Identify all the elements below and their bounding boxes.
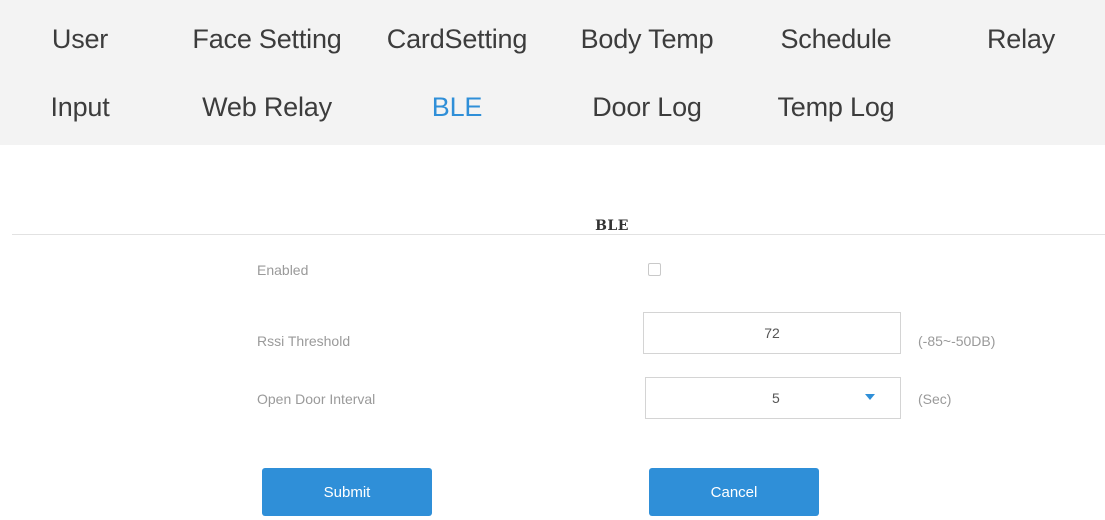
tab-face-setting[interactable]: Face Setting	[192, 24, 341, 55]
tab-web-relay[interactable]: Web Relay	[202, 92, 332, 123]
chevron-down-icon	[865, 394, 875, 400]
open-door-interval-label: Open Door Interval	[257, 391, 376, 407]
cancel-button[interactable]: Cancel	[649, 468, 819, 516]
tab-schedule[interactable]: Schedule	[781, 24, 892, 55]
open-door-interval-select[interactable]: 5	[645, 377, 901, 419]
tab-input[interactable]: Input	[50, 92, 109, 123]
interval-selected-value: 5	[772, 390, 780, 406]
rssi-threshold-input[interactable]	[643, 312, 901, 354]
submit-button[interactable]: Submit	[262, 468, 432, 516]
tab-ble[interactable]: BLE	[432, 92, 483, 123]
tab-door-log[interactable]: Door Log	[592, 92, 702, 123]
interval-unit: (Sec)	[918, 391, 952, 407]
tab-relay[interactable]: Relay	[987, 24, 1055, 55]
rssi-threshold-label: Rssi Threshold	[257, 333, 351, 349]
tab-bar: User Face Setting CardSetting Body Temp …	[0, 0, 1105, 145]
rssi-range-hint: (-85~-50DB)	[918, 333, 996, 349]
tab-card-setting[interactable]: CardSetting	[387, 24, 528, 55]
enabled-checkbox[interactable]	[648, 263, 661, 276]
section-title: BLE	[595, 218, 629, 234]
enabled-label: Enabled	[257, 262, 309, 278]
section-divider	[12, 234, 1105, 235]
tab-user[interactable]: User	[52, 24, 108, 55]
tab-temp-log[interactable]: Temp Log	[778, 92, 895, 123]
tab-body-temp[interactable]: Body Temp	[581, 24, 714, 55]
